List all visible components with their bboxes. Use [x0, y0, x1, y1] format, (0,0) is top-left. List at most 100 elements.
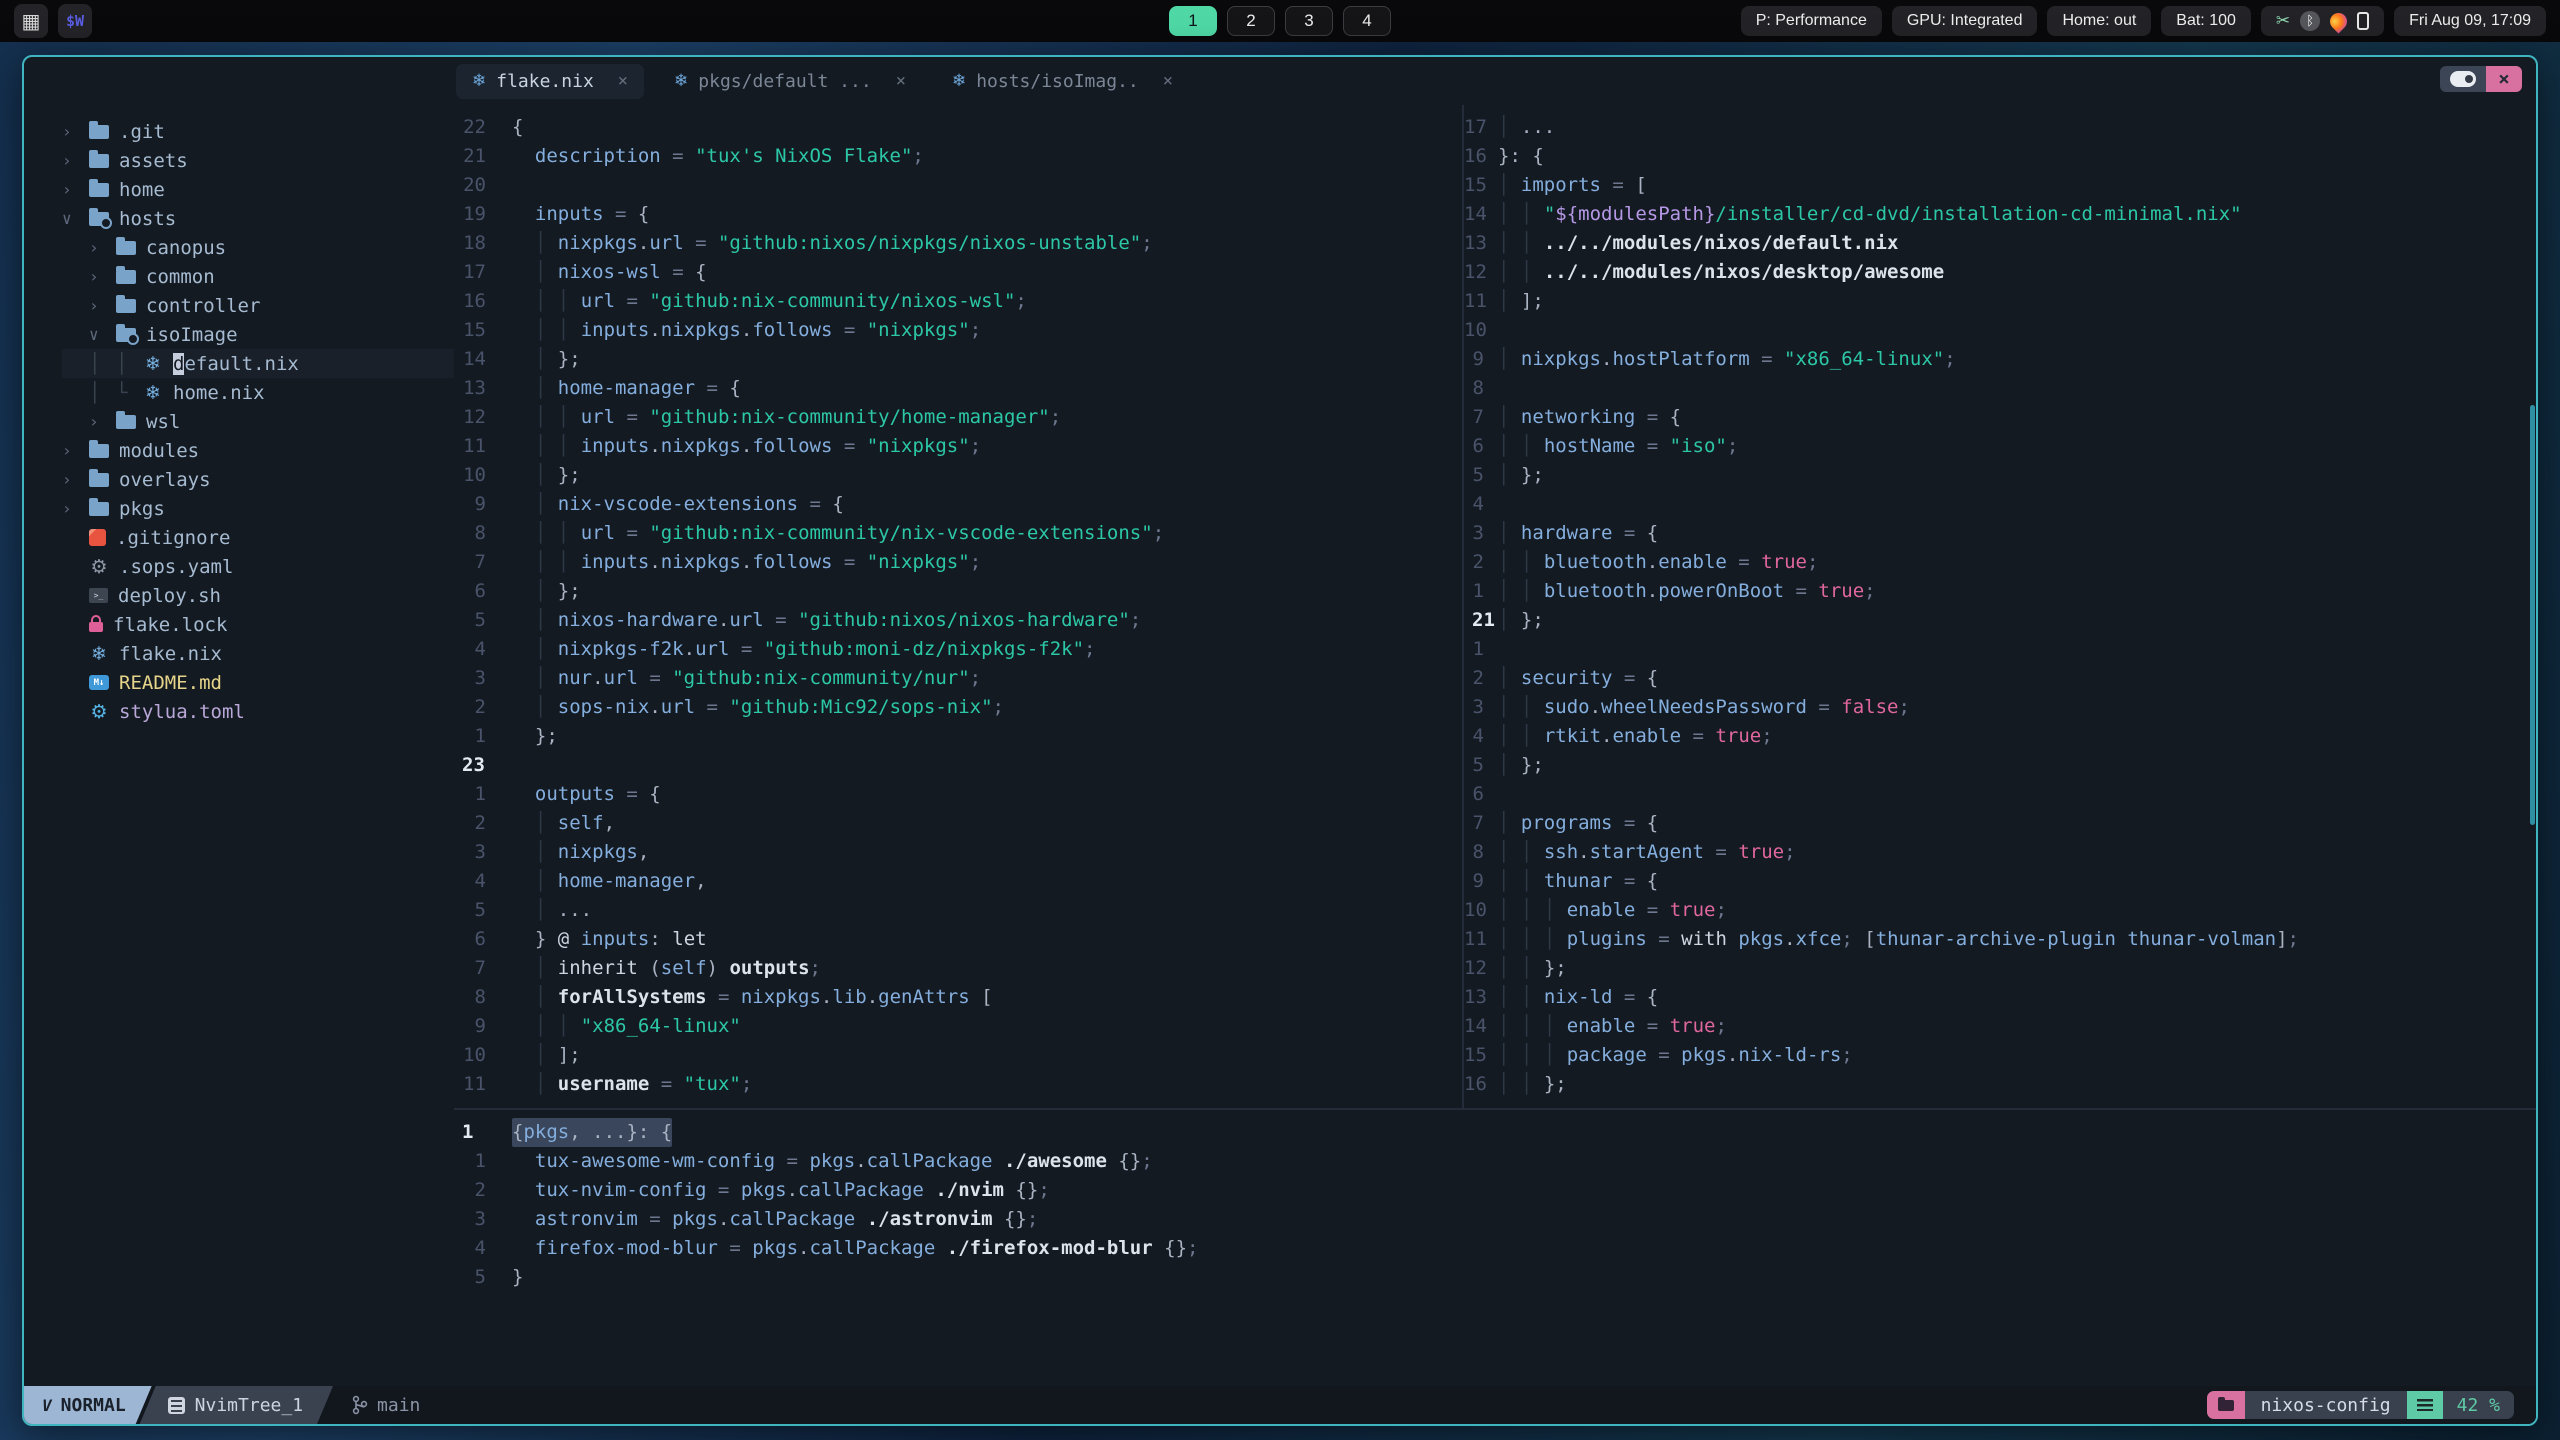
code-line: 7 │ │ inputs.nixpkgs.follows = "nixpkgs"… — [454, 548, 1462, 577]
tree-item-canopus[interactable]: › canopus — [62, 233, 454, 262]
chevron-right-icon[interactable]: › — [62, 122, 89, 141]
line-number: 3 — [1472, 522, 1484, 544]
terminal-app-icon[interactable]: $W — [58, 4, 92, 38]
line-number: 9 — [1472, 870, 1484, 892]
tree-item-home.nix[interactable]: │ └ ❄ home.nix — [62, 378, 454, 407]
code-text: │ │ url = "github:nix-community/nixos-ws… — [534, 290, 1027, 312]
code-text: │ username = "tux"; — [534, 1073, 753, 1095]
chevron-right-icon[interactable]: › — [89, 412, 116, 431]
tray: P: Performance GPU: Integrated Home: out Ba… — [1740, 6, 2546, 36]
line-number: 1 — [474, 1150, 486, 1172]
close-button[interactable]: × — [2486, 66, 2522, 92]
line-number: 10 — [1464, 319, 1487, 341]
line-number: 13 — [1464, 986, 1487, 1008]
tab-close-icon[interactable]: × — [896, 71, 906, 91]
tree-item-pkgs[interactable]: › pkgs — [62, 494, 454, 523]
code-text: │ ... — [534, 899, 593, 921]
line-number: 3 — [1472, 696, 1484, 718]
workspace-3[interactable]: 3 — [1285, 6, 1333, 36]
scissors-icon[interactable]: ✂ — [2276, 11, 2290, 31]
chevron-right-icon[interactable]: › — [62, 441, 89, 460]
tab-close-icon[interactable]: × — [618, 71, 628, 91]
code-line: 12 │ │ ../../modules/nixos/desktop/awesom… — [1464, 258, 2536, 287]
mode-segment: V NORMAL — [24, 1386, 152, 1424]
phone-icon[interactable] — [2357, 12, 2370, 30]
tree-item-deploy.sh[interactable]: >_ deploy.sh — [62, 581, 454, 610]
editor-pkgs-default-nix[interactable]: 1 {pkgs, ...}: {1 tux-awesome-wm-config =… — [454, 1110, 2536, 1386]
nvim-tree[interactable]: › .git › assets › home ∨ hosts › canopus › common › c… — [24, 105, 454, 1386]
code-line: 4 firefox-mod-blur = pkgs.callPackage ./… — [454, 1234, 2536, 1263]
status-pill[interactable]: Bat: 100 — [2161, 6, 2251, 36]
apps-grid-icon[interactable]: ▦ — [14, 4, 48, 38]
tree-item-assets[interactable]: › assets — [62, 146, 454, 175]
editor-isoimage-default-nix[interactable]: 17 │ ... 16}: {15 │ imports = [14 │ │ "${mod… — [1464, 105, 2536, 1108]
tree-item-hosts[interactable]: ∨ hosts — [62, 204, 454, 233]
clock[interactable]: Fri Aug 09, 17:09 — [2394, 6, 2546, 36]
tree-item-overlays[interactable]: › overlays — [62, 465, 454, 494]
status-pill[interactable]: P: Performance — [1740, 6, 1882, 36]
code-line: 13 │ │ ../../modules/nixos/default.nix — [1464, 229, 2536, 258]
code-line: 6 — [1464, 780, 2536, 809]
indent-guide: │ — [116, 352, 128, 375]
tab-flake.nix[interactable]: ❄ flake.nix × — [456, 63, 645, 99]
chevron-right-icon[interactable]: › — [62, 470, 89, 489]
chevron-right-icon[interactable]: › — [89, 296, 116, 315]
line-number: 23 — [462, 754, 485, 776]
chevron-down-icon[interactable]: ∨ — [89, 325, 116, 344]
line-number: 9 — [474, 493, 486, 515]
code-line: 4 │ nixpkgs-f2k.url = "github:moni-dz/ni… — [454, 635, 1462, 664]
status-pill[interactable]: Home: out — [2047, 6, 2152, 36]
workspace-1[interactable]: 1 — [1169, 6, 1217, 36]
tree-item-.sops.yaml[interactable]: ⚙ .sops.yaml — [62, 552, 454, 581]
tree-item-flake.lock[interactable]: flake.lock — [62, 610, 454, 639]
tree-item-.gitignore[interactable]: .gitignore — [62, 523, 454, 552]
nix-snowflake-icon: ❄ — [951, 71, 967, 91]
code-text: { — [512, 116, 524, 138]
code-text: │ nixos-hardware.url = "github:nixos/nix… — [534, 609, 1142, 631]
chevron-right-icon[interactable]: › — [89, 238, 116, 257]
tree-item-controller[interactable]: › controller — [62, 291, 454, 320]
workspace-2[interactable]: 2 — [1227, 6, 1275, 36]
line-number: 1 — [1472, 580, 1484, 602]
code-text: │ │ ssh.startAgent = true; — [1498, 841, 1796, 863]
status-pill[interactable]: GPU: Integrated — [1891, 6, 2038, 36]
chevron-right-icon[interactable]: › — [62, 180, 89, 199]
code-line: 1 tux-awesome-wm-config = pkgs.callPacka… — [454, 1147, 2536, 1176]
code-line: 6 } @ inputs: let — [454, 925, 1462, 954]
tree-item-flake.nix[interactable]: ❄ flake.nix — [62, 639, 454, 668]
tree-item-home[interactable]: › home — [62, 175, 454, 204]
chevron-right-icon[interactable]: › — [62, 151, 89, 170]
tree-item-wsl[interactable]: › wsl — [62, 407, 454, 436]
bluetooth-icon[interactable]: ᛒ — [2300, 11, 2321, 31]
lock-icon — [89, 615, 103, 632]
code-text: │ nixpkgs, — [534, 841, 650, 863]
indent-guide: └ — [116, 381, 128, 404]
folder-icon — [116, 236, 136, 255]
tree-item-.git[interactable]: › .git — [62, 117, 454, 146]
tab-close-icon[interactable]: × — [1163, 71, 1173, 91]
tab-hosts/isoImag..[interactable]: ❄ hosts/isoImag.. × — [936, 64, 1189, 99]
tree-item-stylua.toml[interactable]: ⚙ stylua.toml — [62, 697, 454, 726]
tree-item-isoImage[interactable]: ∨ isoImage — [62, 320, 454, 349]
folder-icon — [2217, 1396, 2234, 1411]
line-number: 3 — [474, 841, 486, 863]
chevron-down-icon[interactable]: ∨ — [62, 209, 89, 228]
flame-icon[interactable] — [2326, 8, 2351, 34]
code-text: │ │ thunar = { — [1498, 870, 1659, 892]
workspace-4[interactable]: 4 — [1343, 6, 1391, 36]
tree-item-modules[interactable]: › modules — [62, 436, 454, 465]
toggle-knob — [2450, 71, 2476, 87]
chevron-right-icon[interactable]: › — [62, 499, 89, 518]
editor-flake-nix[interactable]: 22{21 description = "tux's NixOS Flake";… — [454, 105, 1462, 1108]
scrollbar-thumb[interactable] — [2530, 405, 2535, 825]
toggle-button[interactable] — [2440, 66, 2486, 92]
tree-item-common[interactable]: › common — [62, 262, 454, 291]
tree-item-default.nix[interactable]: │ │ ❄ default.nix — [62, 349, 454, 378]
code-line: 5} — [454, 1263, 2536, 1292]
chevron-right-icon[interactable]: › — [89, 267, 116, 286]
tray-icons-pill: ✂ ᛒ — [2260, 6, 2385, 36]
code-text: tux-awesome-wm-config = pkgs.callPackage… — [534, 1150, 1153, 1172]
tree-item-label: controller — [146, 294, 261, 317]
tab-pkgs/default ...[interactable]: ❄ pkgs/default ... × — [658, 64, 922, 99]
tree-item-README.md[interactable]: M↓ README.md — [62, 668, 454, 697]
